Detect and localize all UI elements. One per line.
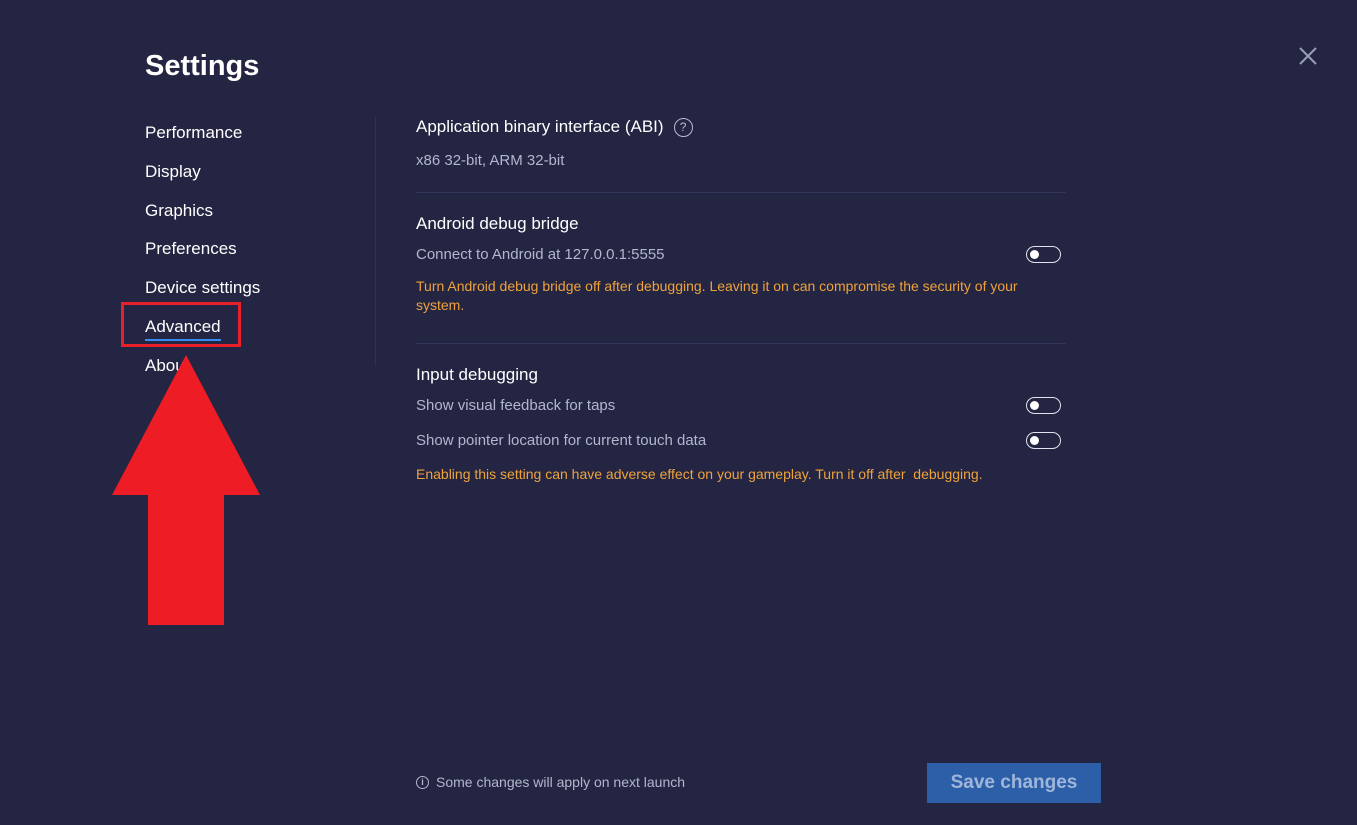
sidebar-item-performance[interactable]: Performance [145,114,365,153]
close-button[interactable] [1292,40,1324,72]
annotation-arrow-up-icon [112,355,260,625]
advanced-settings-panel: Application binary interface (ABI) ? x86… [416,110,1066,484]
toggle-knob [1030,401,1039,410]
adb-title: Android debug bridge [416,214,579,233]
taps-toggle[interactable] [1026,397,1061,414]
close-icon [1299,47,1317,65]
adb-connect-toggle[interactable] [1026,246,1061,263]
sidebar-item-label: Display [145,161,201,181]
sidebar-item-display[interactable]: Display [145,153,365,192]
input-debugging-warning: Enabling this setting can have adverse e… [416,466,983,482]
settings-sidebar: Performance Display Graphics Preferences… [145,114,365,386]
save-button[interactable]: Save changes [927,763,1101,803]
sidebar-item-advanced[interactable]: Advanced [145,308,365,347]
input-debugging-title: Input debugging [416,365,538,384]
footer-note-text: Some changes will apply on next launch [436,774,686,790]
sidebar-item-label: Performance [145,123,243,142]
info-icon: i [416,775,429,789]
sidebar-item-label: Advanced [145,316,221,341]
sidebar-item-label: Preferences [145,239,237,259]
adb-section: Android debug bridge Connect to Android … [416,193,1066,344]
adb-connect-row: Connect to Android at 127.0.0.1:5555 [416,237,1066,272]
adb-warning: Turn Android debug bridge off after debu… [416,278,1018,313]
pointer-toggle[interactable] [1026,432,1061,449]
footer-note: i Some changes will apply on next launch [416,774,685,790]
sidebar-item-preferences[interactable]: Preferences [145,230,365,269]
sidebar-item-label: Device settings [145,278,261,298]
pointer-label: Show pointer location for current touch … [416,432,707,449]
pointer-row: Show pointer location for current touch … [416,423,1066,458]
sidebar-divider [375,116,376,366]
abi-value: x86 32-bit, ARM 32-bit [416,152,565,169]
adb-connect-label: Connect to Android at 127.0.0.1:5555 [416,246,665,263]
taps-label: Show visual feedback for taps [416,397,616,414]
page-title: Settings [145,50,260,82]
sidebar-item-device-settings[interactable]: Device settings [145,269,365,308]
abi-title: Application binary interface (ABI) [416,117,664,136]
taps-row: Show visual feedback for taps [416,388,1066,423]
toggle-knob [1030,436,1039,445]
sidebar-item-about[interactable]: About [145,347,365,386]
sidebar-item-label: About [145,355,190,375]
abi-section: Application binary interface (ABI) ? x86… [416,110,1066,193]
sidebar-item-label: Graphics [145,200,214,220]
help-icon[interactable]: ? [673,117,693,137]
sidebar-item-graphics[interactable]: Graphics [145,192,365,231]
toggle-knob [1030,250,1039,259]
input-debugging-section: Input debugging Show visual feedback for… [416,344,1066,484]
